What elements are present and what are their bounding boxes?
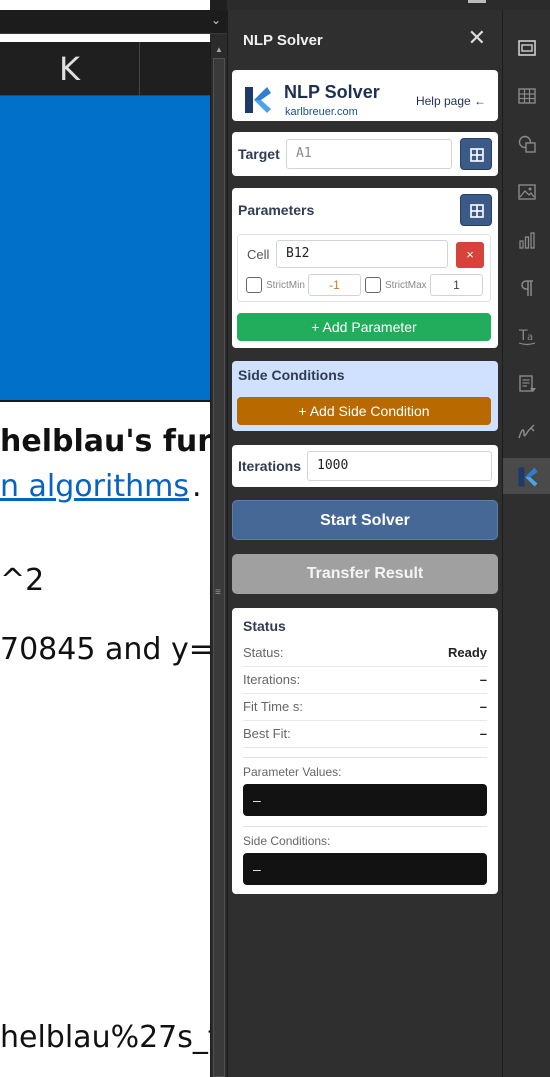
status-value: – <box>479 726 487 741</box>
doc-text-line: ^2 <box>0 563 45 598</box>
svg-text:a: a <box>527 332 533 343</box>
scrollbar-thumb[interactable] <box>213 58 225 1077</box>
nlp-solver-logo-icon <box>245 87 271 113</box>
parameter-values-output: – <box>243 784 487 816</box>
nlp-solver-plugin-button[interactable] <box>503 458 550 494</box>
doc-link[interactable]: n algorithms <box>0 469 189 504</box>
status-row: Fit Time s: – <box>243 694 487 721</box>
panel-header: NLP Solver ✕ <box>228 10 502 68</box>
column-header-row: K <box>0 42 210 96</box>
form-icon <box>519 375 536 392</box>
scroll-up-icon[interactable]: ▲ <box>213 44 225 56</box>
doc-text-line: 70845 and y=- <box>0 632 210 667</box>
divider <box>243 757 487 758</box>
image-icon <box>518 184 536 200</box>
text-art-icon: T a <box>518 328 536 346</box>
parameter-values-label: Parameter Values: <box>243 765 342 779</box>
brand-card: NLP Solver karlbreuer.com Help page ← <box>232 70 498 121</box>
parameter-cell-input[interactable]: B12 <box>276 240 448 268</box>
strict-min-input[interactable]: -1 <box>308 274 361 296</box>
signature-button[interactable] <box>503 414 550 450</box>
add-parameter-button[interactable]: + Add Parameter <box>237 313 491 341</box>
status-section: Status Status: Ready Iterations: – Fit T… <box>232 608 498 894</box>
paragraph-icon <box>521 280 533 296</box>
text-art-button[interactable]: T a <box>503 318 550 354</box>
status-row: Iterations: – <box>243 667 487 694</box>
cell-label: Cell <box>247 247 270 262</box>
grid-select-icon <box>470 204 484 218</box>
shapes-button[interactable] <box>503 126 550 162</box>
status-key: Best Fit: <box>243 726 291 741</box>
window-control-icon[interactable] <box>468 0 486 3</box>
status-value: – <box>479 699 487 714</box>
chart-icon <box>519 232 535 249</box>
close-icon[interactable]: ✕ <box>468 27 486 49</box>
side-conditions-output: – <box>243 853 487 885</box>
chart-button[interactable] <box>503 222 550 258</box>
iterations-label: Iterations <box>238 458 302 474</box>
document-area[interactable]: helblau's func n algorithms . ^2 70845 a… <box>0 0 210 1077</box>
target-input[interactable]: A1 <box>286 139 452 169</box>
status-value: – <box>479 672 487 687</box>
side-conditions-output-label: Side Conditions: <box>243 834 331 848</box>
side-conditions-section: Side Conditions + Add Side Condition <box>232 361 498 431</box>
doc-text-line: helblau%27s_f <box>0 1020 210 1055</box>
nlp-solver-plugin-icon <box>518 467 538 487</box>
status-key: Iterations: <box>243 672 301 687</box>
vertical-scrollbar[interactable]: ▲ ≡ <box>210 42 227 1077</box>
brand-name: NLP Solver <box>284 82 380 102</box>
properties-button[interactable] <box>503 30 550 66</box>
status-row: Status: Ready <box>243 640 487 667</box>
sidebar-icon-bar: T a <box>502 10 550 1077</box>
target-select-range-button[interactable] <box>460 138 492 170</box>
shapes-icon <box>518 135 536 153</box>
image-button[interactable] <box>503 174 550 210</box>
status-key: Fit Time s: <box>243 699 303 714</box>
app-window: helblau's func n algorithms . ^2 70845 a… <box>0 0 550 1077</box>
status-value: Ready <box>447 645 487 660</box>
help-page-link[interactable]: Help page ← <box>416 94 486 108</box>
column-header-k[interactable]: K <box>0 42 140 96</box>
strict-max-checkbox[interactable] <box>365 277 381 293</box>
formula-bar[interactable]: ⌄ <box>0 10 227 34</box>
properties-icon <box>518 40 536 56</box>
target-label: Target <box>238 146 280 162</box>
status-title: Status <box>243 618 286 634</box>
parameters-select-range-button[interactable] <box>460 194 492 226</box>
chevron-down-icon[interactable]: ⌄ <box>211 13 221 27</box>
nlp-solver-panel: NLP Solver ✕ NLP Solver karlbreuer.com H… <box>227 10 502 1077</box>
transfer-result-button[interactable]: Transfer Result <box>232 554 498 594</box>
iterations-section: Iterations 1000 <box>232 445 498 487</box>
status-row: Best Fit: – <box>243 721 487 748</box>
brand-url[interactable]: karlbreuer.com <box>285 106 358 118</box>
divider <box>243 826 487 827</box>
form-button[interactable] <box>503 366 550 402</box>
add-side-condition-button[interactable]: + Add Side Condition <box>237 397 491 425</box>
strict-min-label: StrictMin <box>266 280 305 291</box>
blue-image-block <box>0 96 210 402</box>
panel-title: NLP Solver <box>243 32 323 49</box>
parameter-row: Cell B12 × StrictMin -1 StrictMax 1 <box>237 234 491 302</box>
parameters-section: Parameters Cell B12 × StrictMin -1 Stric… <box>232 188 498 348</box>
remove-parameter-button[interactable]: × <box>456 242 484 268</box>
table-button[interactable] <box>503 78 550 114</box>
start-solver-button[interactable]: Start Solver <box>232 500 498 540</box>
grid-select-icon <box>470 148 484 162</box>
paragraph-button[interactable] <box>503 270 550 306</box>
signature-icon <box>518 424 535 439</box>
iterations-input[interactable]: 1000 <box>307 451 492 481</box>
strict-max-input[interactable]: 1 <box>430 274 483 296</box>
parameters-label: Parameters <box>238 202 315 218</box>
target-section: Target A1 <box>232 132 498 176</box>
doc-text-line: . <box>192 469 202 504</box>
strict-min-checkbox[interactable] <box>246 277 262 293</box>
strict-max-label: StrictMax <box>385 280 427 291</box>
status-key: Status: <box>243 645 284 660</box>
side-conditions-label: Side Conditions <box>238 367 345 383</box>
table-icon <box>518 88 536 104</box>
doc-text-line: helblau's func <box>0 424 210 459</box>
scroll-grip-icon: ≡ <box>215 587 221 598</box>
